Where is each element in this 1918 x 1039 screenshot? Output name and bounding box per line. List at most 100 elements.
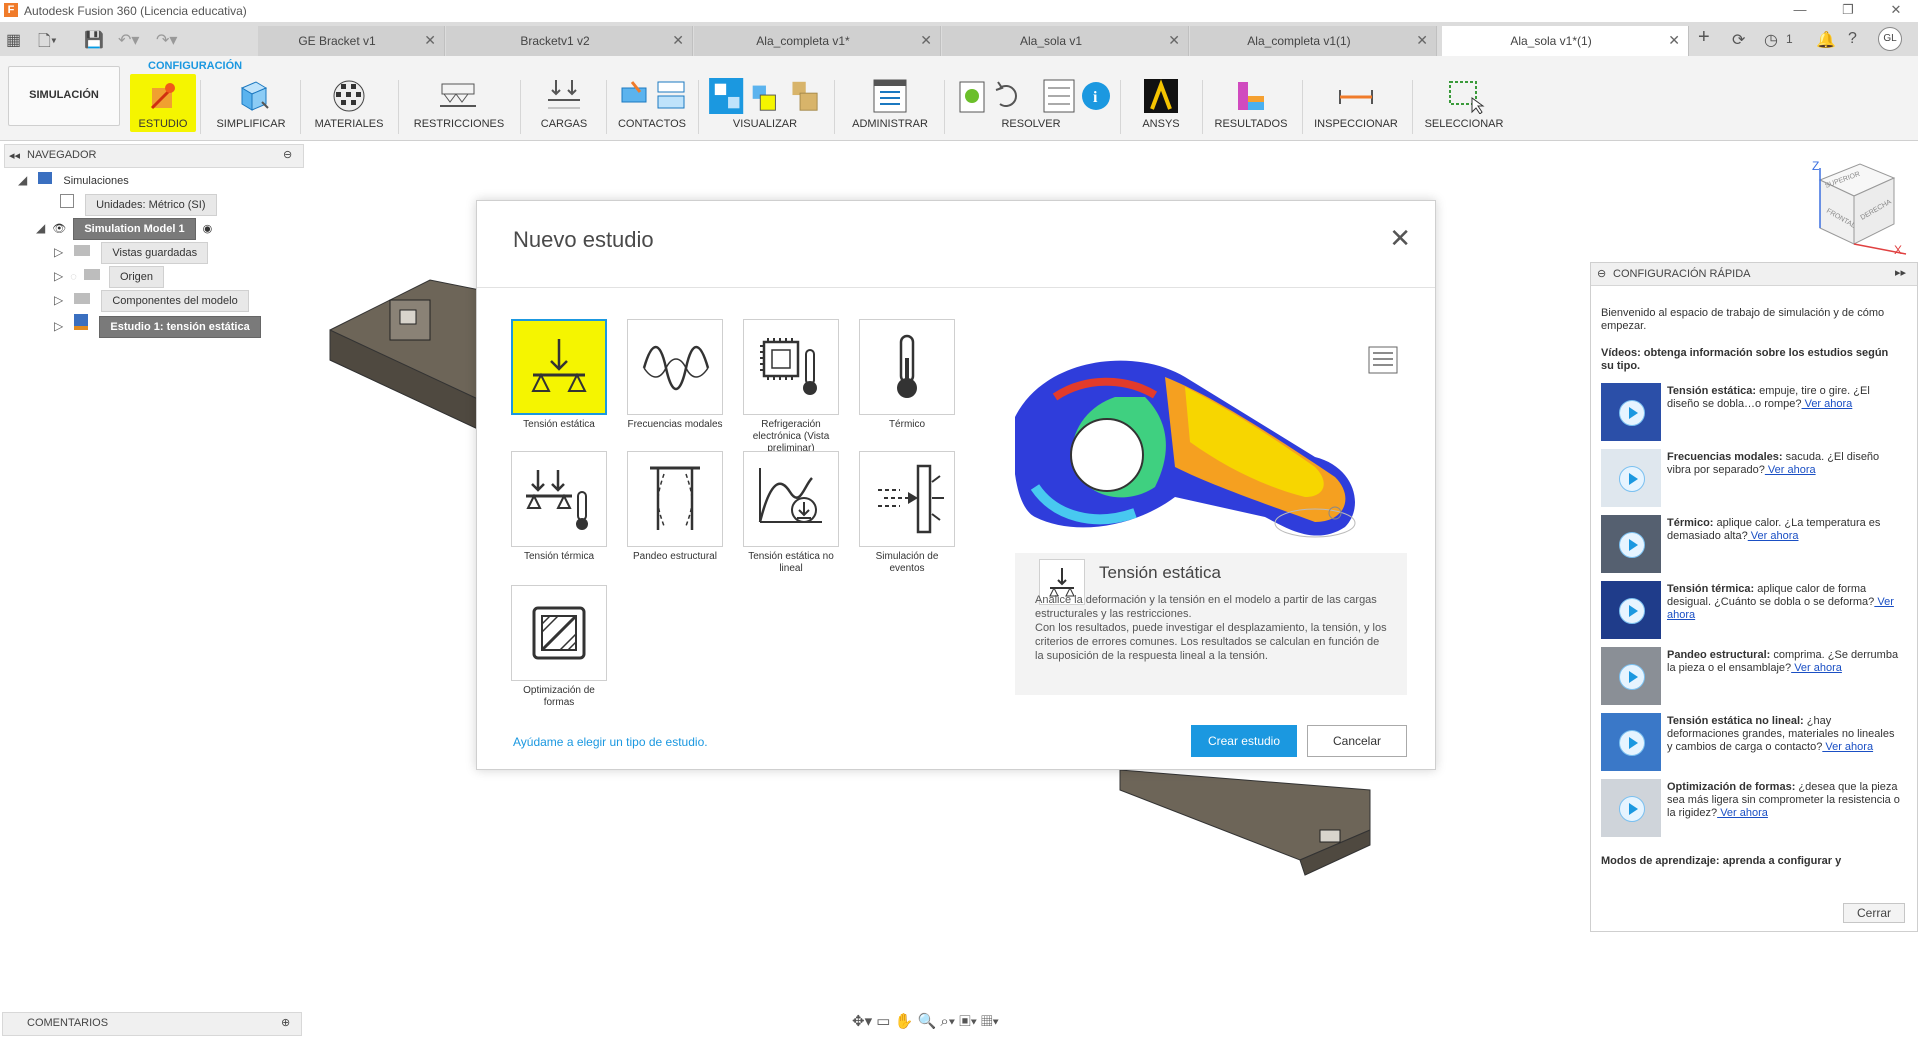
close-tab-icon[interactable]: ✕	[1168, 32, 1180, 49]
hidden-eye-icon[interactable]: ◌	[70, 271, 77, 283]
doc-tab[interactable]: Bracketv1 v2 ✕	[446, 26, 693, 56]
close-quick-setup-button[interactable]: Cerrar	[1843, 903, 1905, 923]
watch-now-link[interactable]: Ver ahora	[1717, 807, 1768, 819]
visibility-eye-icon[interactable]: 👁	[52, 223, 66, 235]
doc-tab[interactable]: Ala_sola v1 ✕	[942, 26, 1189, 56]
play-icon[interactable]	[1619, 664, 1645, 690]
ribbon-group-ansys[interactable]: ANSYS	[1126, 78, 1196, 138]
video-item[interactable]: Tensión estática: empuje, tire o gire. ¿…	[1601, 383, 1901, 443]
ribbon-group-contactos[interactable]: CONTACTOS	[610, 78, 694, 138]
watch-now-link[interactable]: Ver ahora	[1748, 530, 1799, 542]
tree-node-units[interactable]: Unidades: Métrico (SI)	[60, 194, 217, 216]
play-icon[interactable]	[1619, 730, 1645, 756]
create-study-button[interactable]: Crear estudio	[1191, 725, 1297, 757]
video-item[interactable]: Frecuencias modales: sacuda. ¿El diseño …	[1601, 449, 1901, 509]
ribbon-section-tab[interactable]: CONFIGURACIÓN	[148, 60, 242, 72]
play-icon[interactable]	[1619, 532, 1645, 558]
study-type-modal-frequencies[interactable]: Frecuencias modales	[627, 319, 723, 431]
ribbon-group-resultados[interactable]: RESULTADOS	[1206, 78, 1296, 138]
new-tab-plus-icon[interactable]: +	[1698, 26, 1710, 49]
file-menu-icon[interactable]: 🗋▾	[38, 30, 57, 57]
ribbon-group-inspeccionar[interactable]: INSPECCIONAR	[1306, 78, 1406, 138]
collapsed-triangle-icon[interactable]: ▷	[54, 269, 63, 283]
workspace-switcher[interactable]: SIMULACIÓN	[8, 66, 120, 126]
minimize-button[interactable]: —	[1780, 2, 1820, 17]
watch-now-link[interactable]: Ver ahora	[1791, 662, 1842, 674]
redo-icon[interactable]: ↷▾	[156, 30, 177, 50]
ribbon-group-restricciones[interactable]: RESTRICCIONES	[404, 78, 514, 138]
close-tab-icon[interactable]: ✕	[424, 32, 436, 49]
study-type-shape-optimization[interactable]: Optimización de formas	[511, 585, 607, 709]
study-type-structural-buckling[interactable]: Pandeo estructural	[627, 451, 723, 563]
doc-tab[interactable]: GE Bracket v1 ✕	[258, 26, 445, 56]
ribbon-group-administrar[interactable]: ADMINISTRAR	[840, 78, 940, 138]
tree-node-study-1[interactable]: ▷ Estudio 1: tensión estática	[54, 314, 261, 338]
pan-hand-icon[interactable]: ✋	[895, 1013, 914, 1030]
video-item[interactable]: Térmico: aplique calor. ¿La temperatura …	[1601, 515, 1901, 575]
look-at-icon[interactable]: ▭	[876, 1013, 890, 1030]
ribbon-group-visualizar[interactable]: VISUALIZAR	[702, 78, 828, 138]
grid-icon[interactable]: ▦▾	[981, 1013, 999, 1030]
ribbon-group-resolver[interactable]: i RESOLVER	[950, 78, 1112, 138]
expand-panel-icon[interactable]: ▸▸	[1895, 266, 1906, 279]
close-tab-icon[interactable]: ✕	[920, 32, 932, 49]
play-icon[interactable]	[1619, 400, 1645, 426]
study-type-static-stress[interactable]: Tensión estática	[511, 319, 607, 431]
play-icon[interactable]	[1619, 796, 1645, 822]
close-window-button[interactable]: ✕	[1876, 2, 1916, 18]
zoom-icon[interactable]: 🔍	[918, 1013, 937, 1030]
tree-node-simulaciones[interactable]: ◢ Simulaciones	[18, 170, 129, 190]
add-comment-icon[interactable]: ⊕	[281, 1016, 290, 1029]
tree-node-origin[interactable]: ▷ ◌ Origen	[54, 266, 164, 288]
collapsed-triangle-icon[interactable]: ▷	[54, 319, 63, 333]
ribbon-group-estudio[interactable]: ESTUDIO	[130, 78, 196, 138]
quick-setup-header[interactable]: ⊖ CONFIGURACIÓN RÁPIDA ▸▸	[1591, 263, 1917, 286]
display-mode-icon[interactable]: ▣▾	[959, 1013, 977, 1030]
browser-panel-header[interactable]: ◂◂ NAVEGADOR ⊖	[4, 144, 304, 168]
expanded-triangle-icon[interactable]: ◢	[18, 173, 27, 187]
cancel-button[interactable]: Cancelar	[1307, 725, 1407, 757]
activate-radio-icon[interactable]: ◉	[203, 223, 213, 235]
collapsed-triangle-icon[interactable]: ▷	[54, 245, 63, 259]
doc-tab-active[interactable]: Ala_sola v1*(1) ✕	[1442, 26, 1689, 56]
panel-options-icon[interactable]: ⊖	[283, 148, 292, 161]
play-icon[interactable]	[1619, 466, 1645, 492]
help-choose-study-link[interactable]: Ayúdame a elegir un tipo de estudio.	[513, 735, 708, 749]
job-status-icon[interactable]: ◷	[1764, 30, 1778, 50]
video-item[interactable]: Tensión estática no lineal: ¿hay deforma…	[1601, 713, 1901, 773]
close-tab-icon[interactable]: ✕	[1416, 32, 1428, 49]
tree-node-saved-views[interactable]: ▷ Vistas guardadas	[54, 242, 209, 264]
collapsed-triangle-icon[interactable]: ▷	[54, 293, 63, 307]
watch-now-link[interactable]: Ver ahora	[1822, 741, 1873, 753]
undo-icon[interactable]: ↶▾	[118, 30, 139, 50]
tree-node-simulation-model[interactable]: ◢ 👁 Simulation Model 1 ◉	[36, 218, 213, 240]
video-item[interactable]: Pandeo estructural: comprima. ¿Se derrum…	[1601, 647, 1901, 707]
maximize-button[interactable]: ❐	[1828, 2, 1868, 18]
expanded-triangle-icon[interactable]: ◢	[36, 221, 45, 235]
comments-panel-header[interactable]: COMENTARIOS ⊕	[2, 1012, 302, 1036]
watch-now-link[interactable]: Ver ahora	[1765, 464, 1816, 476]
save-icon[interactable]: 💾	[84, 30, 104, 50]
panel-options-icon[interactable]: ⊖	[1597, 267, 1606, 280]
collapse-panel-icon[interactable]: ◂◂	[9, 149, 20, 162]
video-item[interactable]: Tensión térmica: aplique calor de forma …	[1601, 581, 1901, 641]
extensions-icon[interactable]: ⟳	[1732, 30, 1745, 50]
doc-tab[interactable]: Ala_completa v1(1) ✕	[1190, 26, 1437, 56]
fit-icon[interactable]: ⌕▾	[940, 1013, 955, 1030]
viewcube[interactable]: SUPERIOR FRONTAL DERECHA Z X	[1790, 158, 1910, 258]
dialog-close-icon[interactable]: ✕	[1389, 223, 1411, 254]
watch-now-link[interactable]: Ver ahora	[1802, 398, 1853, 410]
doc-tab[interactable]: Ala_completa v1* ✕	[694, 26, 941, 56]
close-tab-icon[interactable]: ✕	[1668, 32, 1680, 49]
study-type-event-simulation[interactable]: Simulación de eventos	[859, 451, 955, 575]
tree-node-model-components[interactable]: ▷ Componentes del modelo	[54, 290, 249, 312]
orbit-icon[interactable]: ✥▾	[852, 1013, 872, 1030]
video-item[interactable]: Optimización de formas: ¿desea que la pi…	[1601, 779, 1901, 839]
ribbon-group-materiales[interactable]: MATERIALES	[306, 78, 392, 138]
ribbon-group-simplificar[interactable]: SIMPLIFICAR	[208, 78, 294, 138]
help-icon[interactable]: ?	[1848, 30, 1857, 48]
study-type-thermal-stress[interactable]: Tensión térmica	[511, 451, 607, 563]
ribbon-group-seleccionar[interactable]: SELECCIONAR	[1416, 78, 1512, 138]
notifications-bell-icon[interactable]: 🔔	[1816, 30, 1836, 50]
data-panel-grid-icon[interactable]: ▦	[6, 30, 21, 50]
